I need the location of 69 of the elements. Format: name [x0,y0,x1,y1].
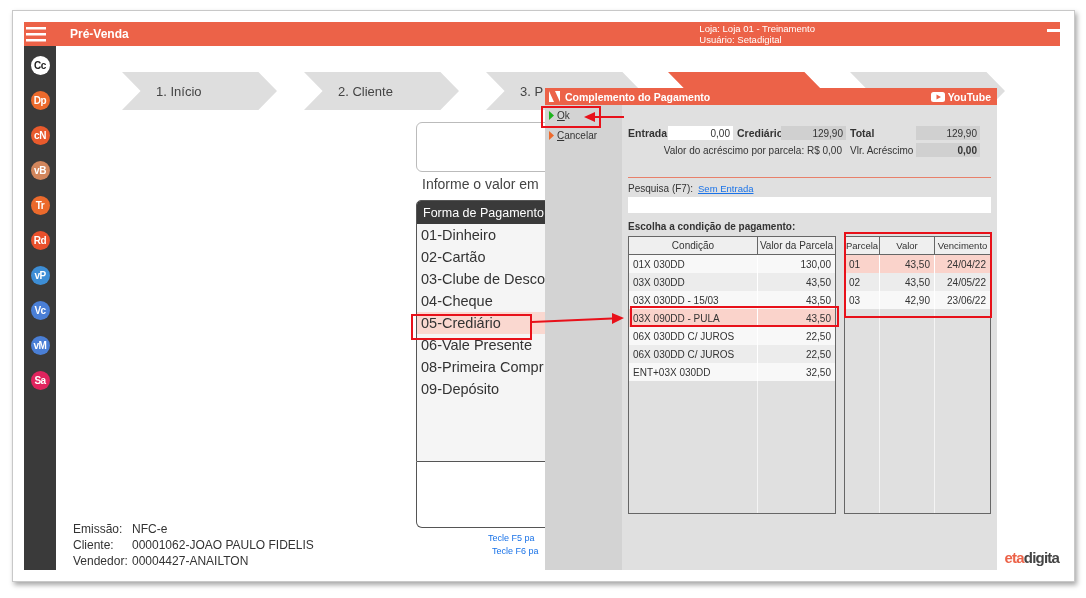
app-title: Pré-Venda [70,27,129,41]
table-cell-text: 130,00 [799,257,832,272]
triangle-icon [549,131,554,140]
minimize-icon[interactable] [1047,28,1060,32]
cancel-button[interactable]: Cancelar [549,130,622,141]
search-field[interactable] [628,197,991,213]
info-label: Emissão: [73,522,124,536]
play-icon [930,91,945,102]
column-header: Condição [629,237,758,254]
menu-icon[interactable] [26,25,46,43]
store-name: Loja: Loja 01 - Treinamento [699,23,815,34]
table-row[interactable]: ENT+03X 030DD 32,50 [629,363,835,381]
table-row[interactable]: 01X 030DD 130,00 [629,255,835,273]
logo: etadigita [1004,549,1059,566]
column-header: Valor [880,237,935,254]
table-cell-text: 43,50 [804,311,832,326]
triangle-icon [549,111,554,120]
info-value: 00004427-ANAILTON [132,554,250,568]
info-value: 00001062-JOAO PAULO FIDELIS [132,538,315,552]
table-cell-text: 43,50 [804,293,832,308]
table-cell-text: 24/05/22 [946,275,987,290]
field-label: Total [849,127,876,139]
shortcut-badge[interactable]: Rd [30,231,50,250]
no-entry-link[interactable]: Sem Entrada [698,183,754,194]
table-cell-text: 23/06/22 [946,293,987,308]
value-field: 0,00 [916,143,980,157]
table-cell-text: 43,50 [804,275,832,290]
dialog-title: Complemento do Pagamento [565,90,711,103]
info-value: NFC-e [132,522,169,536]
step-tab[interactable]: 1. Início [122,72,277,110]
table-cell: ENT+03X 030DD [629,363,758,381]
value-field: 129,90 [916,126,980,140]
table-row[interactable]: 06X 030DD C/ JUROS 22,50 [629,327,835,345]
shortcut-badge[interactable]: vM [30,336,50,355]
search-label: Pesquisa (F7): [628,183,694,194]
table-cell: 42,90 [880,291,935,309]
step-tab[interactable]: 2. Cliente [304,72,459,110]
increment-note: Valor do acréscimo por parcela: R$ 0,00 [662,144,843,156]
table-cell-text: 22,50 [804,329,832,344]
annotation-arrow [584,112,625,122]
field-label: Entrada [628,127,668,139]
table-cell-text: 24/04/22 [946,257,987,272]
table-cell: 03 [845,291,880,309]
field-label: Vlr. Acréscimo [849,144,915,156]
table-row[interactable]: 01 43,50 24/04/22 [845,255,990,273]
column-header: Vencimento [936,239,989,253]
table-row[interactable]: 02 43,50 24/05/22 [845,273,990,291]
shortcut-badge[interactable]: Vc [30,301,50,320]
ok-button[interactable]: Ok [549,110,622,121]
column-header: Parcela [845,237,880,254]
shortcut-badge[interactable]: Cc [30,56,50,75]
hint-text: Tecle F5 pa [487,533,536,543]
hint-text: Tecle F6 pa [491,546,540,556]
table-cell-text: 32,50 [804,365,832,380]
shortcut-badge[interactable]: cN [30,126,50,145]
user-name: Usuário: Setadigital [699,34,782,45]
app-logo-icon [549,91,560,102]
table-row[interactable]: 03 42,90 23/06/22 [845,291,990,309]
table-row[interactable]: 03X 030DD 43,50 [629,273,835,291]
table-row[interactable]: 06X 030DD C/ JUROS 22,50 [629,345,835,363]
column-header: Valor da Parcela [758,239,835,253]
shortcut-badge[interactable]: Sa [30,371,50,390]
table-cell-text: 22,50 [804,347,832,362]
value-field: 129,90 [781,126,846,140]
info-label: Cliente: [73,538,115,552]
annotation-box [541,106,601,128]
section-title: Escolha a condição de pagamento: [628,221,797,232]
info-label: Vendedor: [73,554,129,568]
input-field[interactable]: 0,00 [668,126,733,140]
